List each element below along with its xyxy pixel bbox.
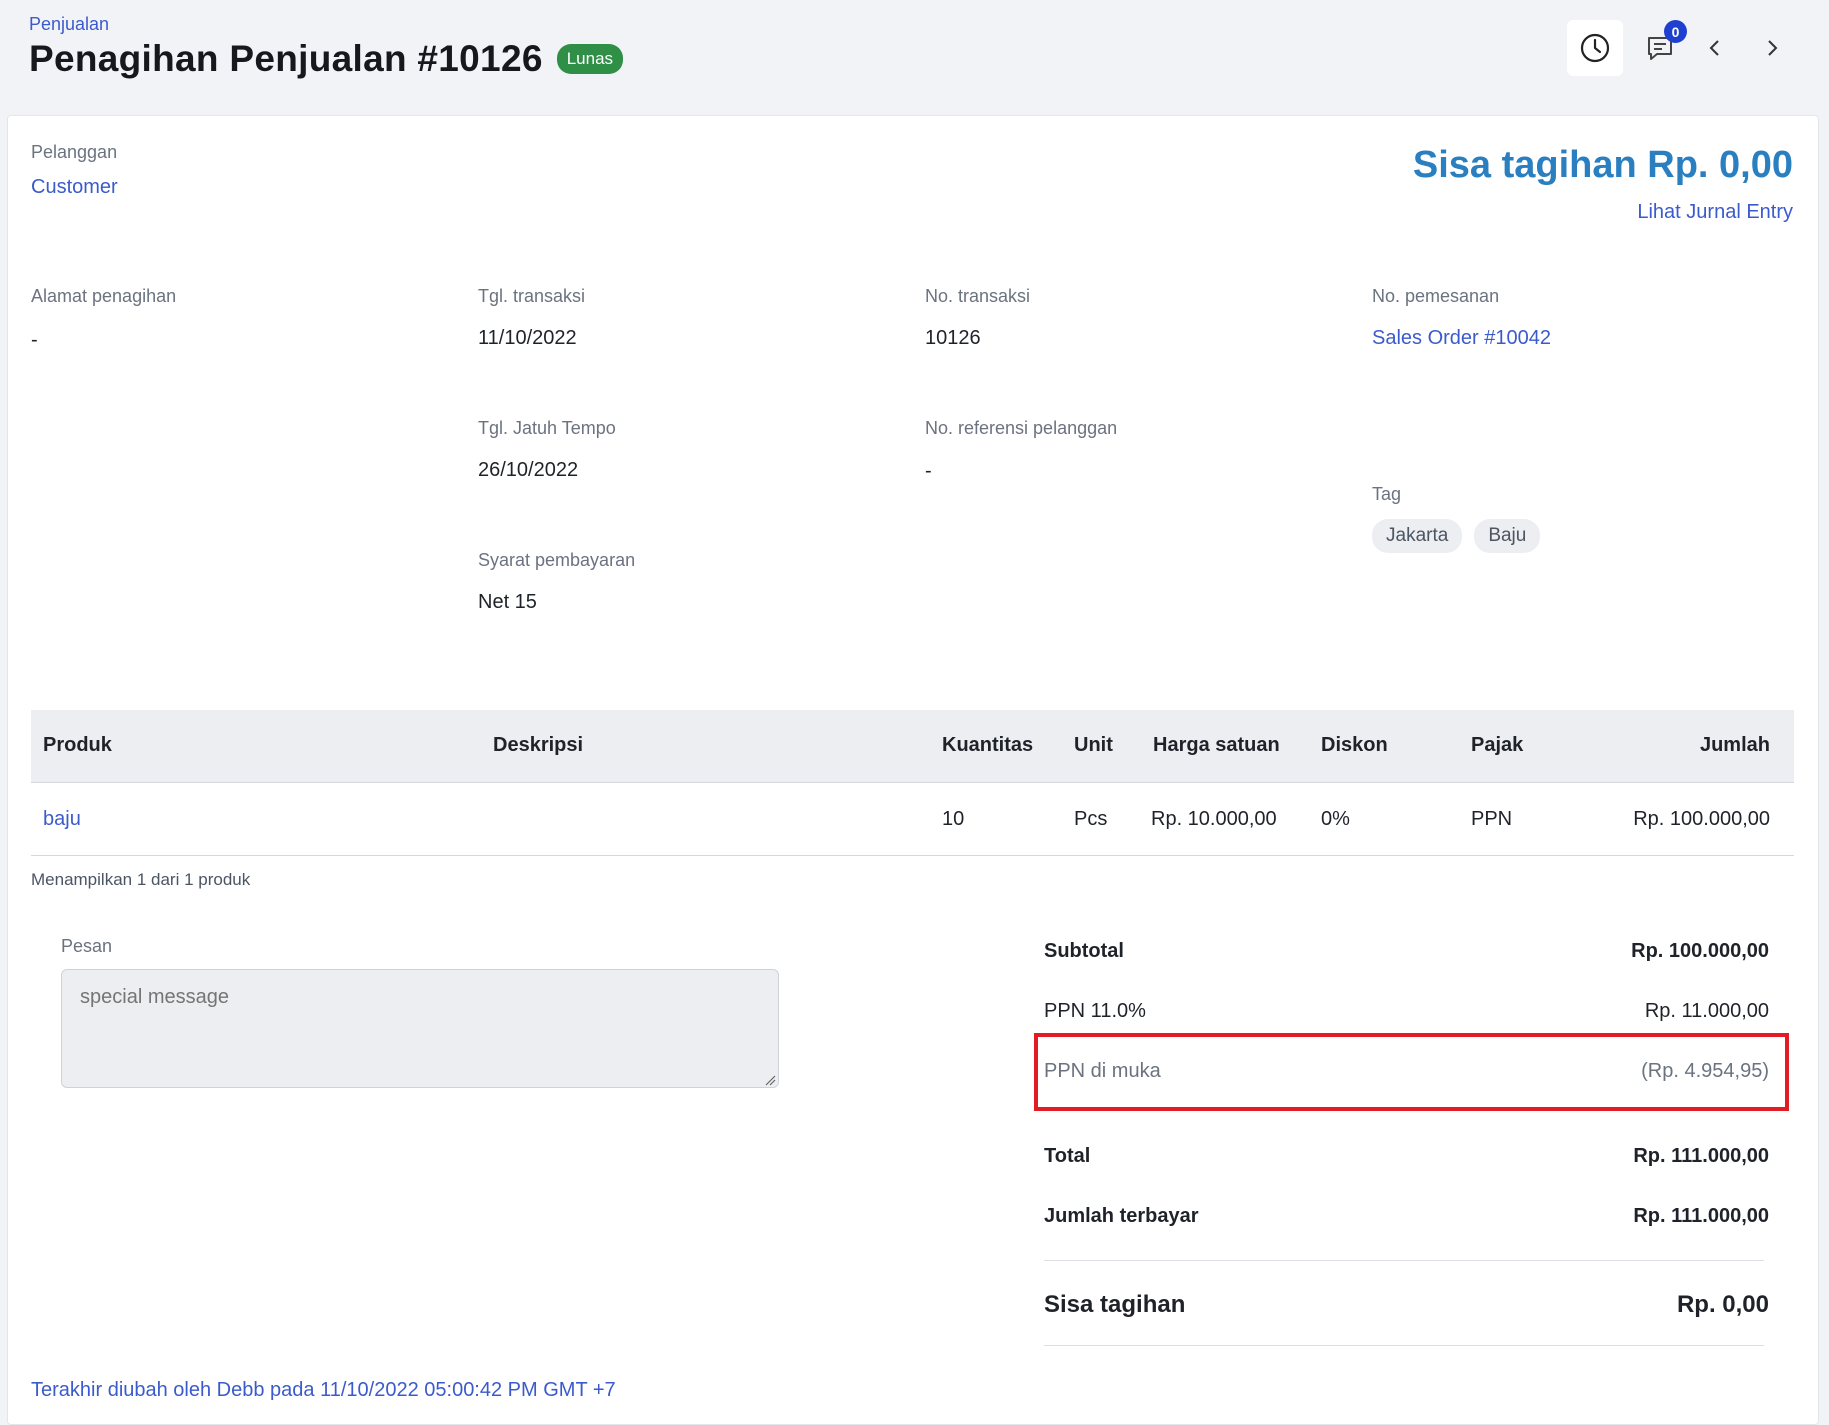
paid-value: Rp. 111.000,00 xyxy=(1633,1205,1769,1227)
col-jumlah: Jumlah xyxy=(1699,734,1770,756)
customer-ref-label: No. referensi pelanggan xyxy=(925,418,1118,438)
comment-count-badge: 0 xyxy=(1664,20,1687,43)
ppn-advance-label: PPN di muka xyxy=(1044,1060,1161,1082)
history-icon xyxy=(1580,33,1610,63)
billing-address-value: - xyxy=(31,329,38,351)
transaction-date-label: Tgl. transaksi xyxy=(478,286,586,306)
total-row: Total Rp. 111.000,00 xyxy=(1044,1137,1769,1177)
customer-label: Pelanggan xyxy=(31,142,118,162)
due-date-label: Tgl. Jatuh Tempo xyxy=(478,418,616,438)
last-modified-link[interactable]: Terakhir diubah oleh Debb pada 11/10/202… xyxy=(31,1379,616,1402)
totals-bottom-divider xyxy=(1044,1345,1764,1346)
subtotal-value: Rp. 100.000,00 xyxy=(1631,940,1769,962)
customer-ref-value: - xyxy=(925,460,932,482)
journal-entry-link[interactable]: Lihat Jurnal Entry xyxy=(1637,201,1793,224)
remaining-row: Sisa tagihan Rp. 0,00 xyxy=(1044,1283,1769,1329)
status-badge: Lunas xyxy=(556,44,624,74)
chevron-right-icon xyxy=(1768,40,1778,56)
row-amount: Rp. 100.000,00 xyxy=(1633,808,1770,830)
total-value: Rp. 111.000,00 xyxy=(1633,1145,1769,1167)
order-no-label: No. pemesanan xyxy=(1372,286,1500,306)
paid-row: Jumlah terbayar Rp. 111.000,00 xyxy=(1044,1197,1769,1237)
paid-label: Jumlah terbayar xyxy=(1044,1205,1199,1227)
product-table: Produk Deskripsi Kuantitas Unit Harga sa… xyxy=(31,710,1794,856)
col-harga-satuan: Harga satuan xyxy=(1153,734,1280,756)
transaction-no-value: 10126 xyxy=(925,327,981,349)
message-textarea[interactable] xyxy=(61,969,779,1088)
table-row: baju 10 Pcs Rp. 10.000,00 0% PPN Rp. 100… xyxy=(31,783,1794,856)
col-pajak: Pajak xyxy=(1471,734,1524,756)
title-row: Penagihan Penjualan #10126 Lunas xyxy=(29,38,624,80)
page-title: Penagihan Penjualan #10126 xyxy=(29,38,543,79)
table-header: Produk Deskripsi Kuantitas Unit Harga sa… xyxy=(31,710,1794,783)
row-qty: 10 xyxy=(942,808,965,830)
ppn-value: Rp. 11.000,00 xyxy=(1644,1000,1769,1022)
col-produk: Produk xyxy=(43,734,112,756)
remaining-value: Rp. 0,00 xyxy=(1676,1291,1769,1318)
subtotal-label: Subtotal xyxy=(1044,940,1124,962)
next-button[interactable] xyxy=(1750,20,1794,76)
transaction-no-label: No. transaksi xyxy=(925,286,1031,306)
product-link[interactable]: baju xyxy=(43,808,81,831)
customer-link[interactable]: Customer xyxy=(31,176,118,199)
col-diskon: Diskon xyxy=(1321,734,1388,756)
ppn-advance-row: PPN di muka (Rp. 4.954,95) xyxy=(1044,1052,1769,1092)
row-tax: PPN xyxy=(1471,808,1513,830)
payment-terms-value: Net 15 xyxy=(478,591,537,613)
totals-divider xyxy=(1044,1260,1764,1261)
showing-count: Menampilkan 1 dari 1 produk xyxy=(31,870,251,889)
page-header: Penjualan Penagihan Penjualan #10126 Lun… xyxy=(0,0,1829,115)
row-discount: 0% xyxy=(1321,808,1350,830)
message-label: Pesan xyxy=(61,936,113,956)
subtotal-row: Subtotal Rp. 100.000,00 xyxy=(1044,932,1769,972)
tag-baju[interactable]: Baju xyxy=(1474,519,1541,553)
comments-button[interactable]: 0 xyxy=(1632,20,1688,76)
breadcrumb-penjualan[interactable]: Penjualan xyxy=(29,14,109,35)
row-price: Rp. 10.000,00 xyxy=(1151,808,1277,830)
col-deskripsi: Deskripsi xyxy=(493,734,584,756)
col-unit: Unit xyxy=(1074,734,1113,756)
invoice-card: Pelanggan Customer Sisa tagihan Rp. 0,00… xyxy=(7,115,1819,1425)
tag-list: Jakarta Baju xyxy=(1372,519,1541,553)
history-button[interactable] xyxy=(1567,20,1623,76)
ppn-advance-value: (Rp. 4.954,95) xyxy=(1641,1060,1769,1082)
ppn-row: PPN 11.0% Rp. 11.000,00 xyxy=(1044,992,1769,1032)
total-label: Total xyxy=(1044,1145,1091,1167)
chevron-left-icon xyxy=(1709,40,1719,56)
transaction-date-value: 11/10/2022 xyxy=(478,327,577,349)
resize-handle-icon[interactable] xyxy=(764,1074,776,1086)
remaining-label: Sisa tagihan xyxy=(1044,1291,1186,1318)
sales-order-link[interactable]: Sales Order #10042 xyxy=(1372,327,1551,350)
previous-button[interactable] xyxy=(1693,20,1737,76)
col-kuantitas: Kuantitas xyxy=(942,734,1034,756)
row-unit: Pcs xyxy=(1074,808,1108,830)
billing-address-label: Alamat penagihan xyxy=(31,286,177,306)
ppn-label: PPN 11.0% xyxy=(1044,1000,1146,1022)
tag-label: Tag xyxy=(1372,484,1402,504)
due-date-value: 26/10/2022 xyxy=(478,459,579,481)
remaining-balance-heading: Sisa tagihan Rp. 0,00 xyxy=(1412,144,1793,186)
payment-terms-label: Syarat pembayaran xyxy=(478,550,636,570)
tag-jakarta[interactable]: Jakarta xyxy=(1372,519,1463,553)
